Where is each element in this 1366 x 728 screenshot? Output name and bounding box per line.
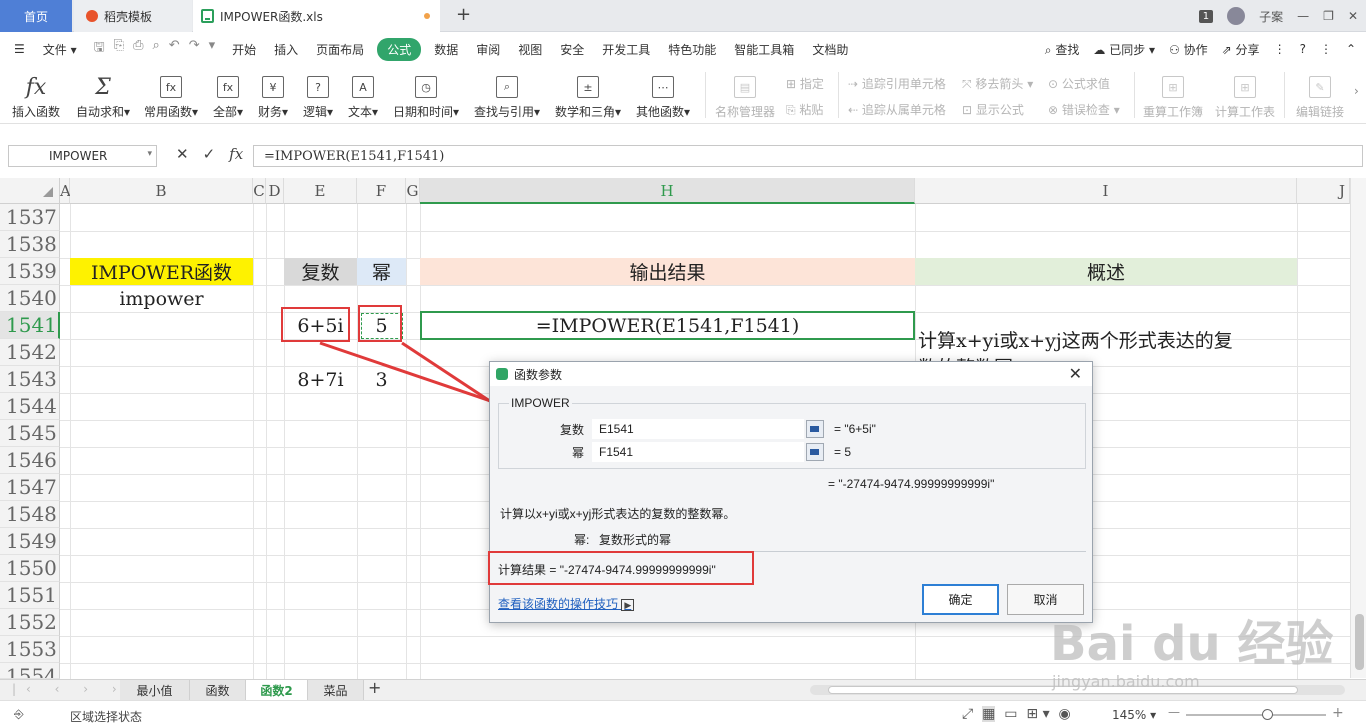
function-description: 计算以x+yi或x+yj形式表达的复数的整数幂。 — [500, 507, 736, 521]
sheet-tab-min[interactable]: 最小值 — [120, 680, 190, 700]
arg-value-complex: = "6+5i" — [834, 422, 876, 436]
annotation-box-result — [488, 551, 754, 585]
zoom-slider[interactable] — [1186, 709, 1326, 720]
normal-view-icon[interactable]: ▦ — [982, 706, 996, 722]
zoom-out-icon[interactable]: — — [1168, 705, 1180, 719]
function-name-label: IMPOWER — [509, 396, 572, 410]
vertical-scrollbar[interactable] — [1350, 178, 1366, 678]
view-buttons: ⤢ ▦ ▭ ⊞ ▾ ◉ — [962, 706, 1071, 722]
watermark: Bai du 经验 — [1050, 616, 1334, 672]
dialog-close-icon[interactable]: ✕ — [1069, 364, 1082, 384]
arg-input-power[interactable]: F1541 — [592, 442, 804, 462]
status-bar: ⎆ 区域选择状态 ⤢ ▦ ▭ ⊞ ▾ ◉ 145% ▾ — + — [0, 700, 1366, 728]
watermark-url: jingyan.baidu.com — [1052, 672, 1200, 691]
spreadsheet-app: 首页 稻壳模板 IMPOWER函数.xls + 1 子案 — ❐ ✕ ☰ 文件 … — [0, 0, 1366, 728]
arg-row-complex: 复数 E1541 = "6+5i" — [490, 419, 1090, 439]
add-sheet-plus-icon[interactable]: + — [368, 678, 381, 697]
wps-logo-icon — [496, 368, 508, 380]
page-break-icon[interactable]: ⊞ — [1026, 706, 1038, 722]
dialog-title: 函数参数 — [514, 367, 563, 382]
arg-label-complex: 复数 — [559, 422, 584, 437]
arg-input-complex[interactable]: E1541 — [592, 419, 804, 439]
arg-label-power: 幂 — [571, 445, 584, 460]
range-select-icon[interactable] — [806, 443, 824, 461]
sheet-tab-func[interactable]: 函数 — [190, 680, 246, 700]
scroll-thumb[interactable] — [1355, 614, 1364, 670]
result-preview: = "-27474-9474.99999999999i" — [828, 477, 995, 491]
range-select-icon[interactable] — [806, 420, 824, 438]
zoom-in-icon[interactable]: + — [1332, 705, 1344, 721]
help-link[interactable]: 查看该函数的操作技巧 ▶ — [498, 595, 635, 612]
status-mode: 区域选择状态 — [70, 710, 143, 724]
ok-button[interactable]: 确定 — [922, 584, 999, 615]
sheet-tab-func2[interactable]: 函数2 — [246, 680, 308, 700]
arg-value-power: = 5 — [834, 445, 852, 459]
arg-row-power: 幂 F1541 = 5 — [490, 442, 1090, 462]
param-name: 幂: — [574, 533, 590, 547]
fullscreen-icon[interactable]: ⤢ — [962, 706, 973, 722]
page-view-icon[interactable]: ▭ — [1004, 706, 1017, 722]
zoom-level[interactable]: 145% ▾ — [1112, 708, 1156, 722]
zoom-slider-thumb[interactable] — [1262, 709, 1273, 720]
function-arguments-dialog: 函数参数 ✕ IMPOWER 复数 E1541 = "6+5i" 幂 F1541… — [488, 361, 1093, 623]
video-icon: ▶ — [621, 599, 635, 611]
param-description: 复数形式的幂 — [599, 533, 672, 547]
dialog-title-bar: 函数参数 ✕ — [490, 362, 1092, 386]
eye-protect-icon[interactable]: ◉ — [1059, 706, 1071, 722]
macro-icon[interactable]: ⎆ — [14, 707, 24, 722]
sheet-tab-dishes[interactable]: 菜品 — [308, 680, 364, 700]
